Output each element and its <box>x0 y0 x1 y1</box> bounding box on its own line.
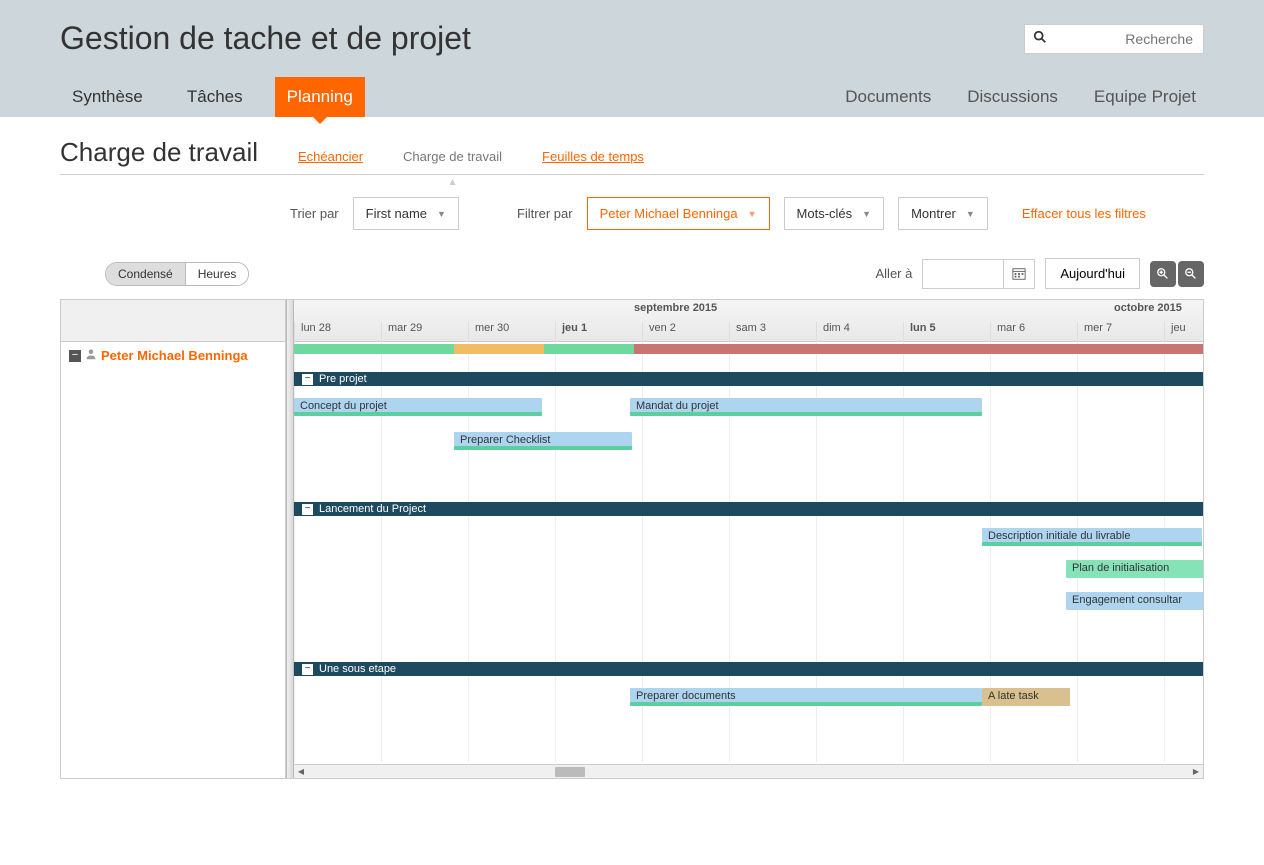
search-input[interactable] <box>1055 31 1203 47</box>
filter-value: Peter Michael Benninga <box>600 206 738 221</box>
day-label: ven 2 <box>642 322 729 342</box>
show-dropdown[interactable]: Montrer ▼ <box>898 197 988 230</box>
nav-discussions[interactable]: Discussions <box>959 77 1066 117</box>
collapse-icon[interactable]: − <box>302 374 313 385</box>
phase-label: Pre projet <box>319 373 367 385</box>
tab-taches[interactable]: Tâches <box>175 77 255 117</box>
day-label: mer 7 <box>1077 322 1164 342</box>
toggle-condensed[interactable]: Condensé <box>106 263 186 285</box>
resource-header <box>61 300 285 342</box>
nav-equipe[interactable]: Equipe Projet <box>1086 77 1204 117</box>
filter-person-dropdown[interactable]: Peter Michael Benninga ▼ <box>587 197 770 230</box>
collapse-icon[interactable]: − <box>302 664 313 675</box>
person-name[interactable]: Peter Michael Benninga <box>101 348 248 363</box>
clear-filters-link[interactable]: Effacer tous les filtres <box>1022 206 1146 221</box>
collapse-icon[interactable]: − <box>302 504 313 515</box>
scroll-thumb[interactable] <box>555 767 585 777</box>
load-segment <box>634 344 1203 354</box>
gantt-resource-panel: − Peter Michael Benninga <box>61 300 286 778</box>
task-bar[interactable]: Concept du projet <box>294 398 542 416</box>
person-icon <box>85 348 97 363</box>
tab-planning[interactable]: Planning <box>275 77 365 117</box>
phase-bar[interactable]: −Pre projet <box>294 372 1203 386</box>
day-label: dim 4 <box>816 322 903 342</box>
task-bar[interactable]: Mandat du projet <box>630 398 982 416</box>
caret-down-icon: ▼ <box>966 209 975 219</box>
search-icon <box>1025 30 1055 47</box>
subtab-feuilles[interactable]: Feuilles de temps <box>542 145 644 168</box>
tab-synthese[interactable]: Synthèse <box>60 77 155 117</box>
splitter-handle[interactable] <box>286 300 294 778</box>
nav-documents[interactable]: Documents <box>837 77 939 117</box>
day-label: lun 5 <box>903 322 990 342</box>
load-segment <box>544 344 634 354</box>
scroll-right-arrow[interactable]: ▶ <box>1189 765 1203 779</box>
gantt-timeline[interactable]: septembre 2015octobre 2015 lun 28mar 29m… <box>294 300 1203 778</box>
resource-row[interactable]: − Peter Michael Benninga <box>61 342 285 369</box>
caret-down-icon: ▼ <box>748 209 757 219</box>
load-segment <box>454 344 544 354</box>
goto-date-field[interactable] <box>923 266 1003 281</box>
goto-label: Aller à <box>876 266 913 281</box>
subtab-echeancier[interactable]: Echéancier <box>298 145 363 168</box>
day-label: mer 30 <box>468 322 555 342</box>
goto-date-input[interactable] <box>922 259 1035 289</box>
view-toggle[interactable]: Condensé Heures <box>105 262 249 286</box>
task-bar[interactable]: Preparer Checklist <box>454 432 632 450</box>
app-title: Gestion de tache et de projet <box>60 20 471 57</box>
day-label: sam 3 <box>729 322 816 342</box>
show-label: Montrer <box>911 206 956 221</box>
horizontal-scrollbar[interactable]: ◀ ▶ <box>294 764 1203 778</box>
day-label: jeu 1 <box>555 322 642 342</box>
subtab-charge[interactable]: Charge de travail <box>403 145 502 168</box>
toggle-hours[interactable]: Heures <box>186 263 249 285</box>
search-box[interactable] <box>1024 24 1204 54</box>
task-bar[interactable]: Plan de initialisation <box>1066 560 1203 578</box>
today-button[interactable]: Aujourd'hui <box>1045 258 1140 289</box>
load-segment <box>294 344 454 354</box>
phase-bar[interactable]: −Une sous etape <box>294 662 1203 676</box>
task-bar[interactable]: Preparer documents <box>630 688 982 706</box>
timeline-header: septembre 2015octobre 2015 lun 28mar 29m… <box>294 300 1203 342</box>
phase-label: Lancement du Project <box>319 503 426 515</box>
zoom-in-button[interactable] <box>1150 261 1176 287</box>
task-bar[interactable]: A late task <box>982 688 1070 706</box>
workload-bar <box>294 344 1203 354</box>
day-label: mar 29 <box>381 322 468 342</box>
day-label: lun 28 <box>294 322 381 342</box>
sort-label: Trier par <box>290 206 339 221</box>
task-bar[interactable]: Description initiale du livrable <box>982 528 1202 546</box>
day-label: mar 6 <box>990 322 1077 342</box>
calendar-icon[interactable] <box>1003 260 1034 288</box>
keywords-label: Mots-clés <box>797 206 853 221</box>
month-label: octobre 2015 <box>1114 302 1182 314</box>
caret-down-icon: ▼ <box>862 209 871 219</box>
phase-label: Une sous etape <box>319 663 396 675</box>
phase-bar[interactable]: −Lancement du Project <box>294 502 1203 516</box>
task-bar[interactable]: Engagement consultar <box>1066 592 1203 610</box>
sort-dropdown[interactable]: First name ▼ <box>353 197 459 230</box>
section-title: Charge de travail <box>60 137 258 168</box>
caret-down-icon: ▼ <box>437 209 446 219</box>
month-label: septembre 2015 <box>634 302 717 314</box>
gantt-chart: − Peter Michael Benninga septembre 2015 o… <box>60 299 1204 779</box>
keywords-dropdown[interactable]: Mots-clés ▼ <box>784 197 885 230</box>
zoom-out-button[interactable] <box>1178 261 1204 287</box>
filter-label: Filtrer par <box>517 206 573 221</box>
timeline-body[interactable]: −Pre projet−Lancement du Project−Une sou… <box>294 342 1203 762</box>
sort-value: First name <box>366 206 427 221</box>
scroll-left-arrow[interactable]: ◀ <box>294 765 308 779</box>
collapse-icon[interactable]: − <box>69 350 81 362</box>
day-label: jeu <box>1164 322 1203 342</box>
